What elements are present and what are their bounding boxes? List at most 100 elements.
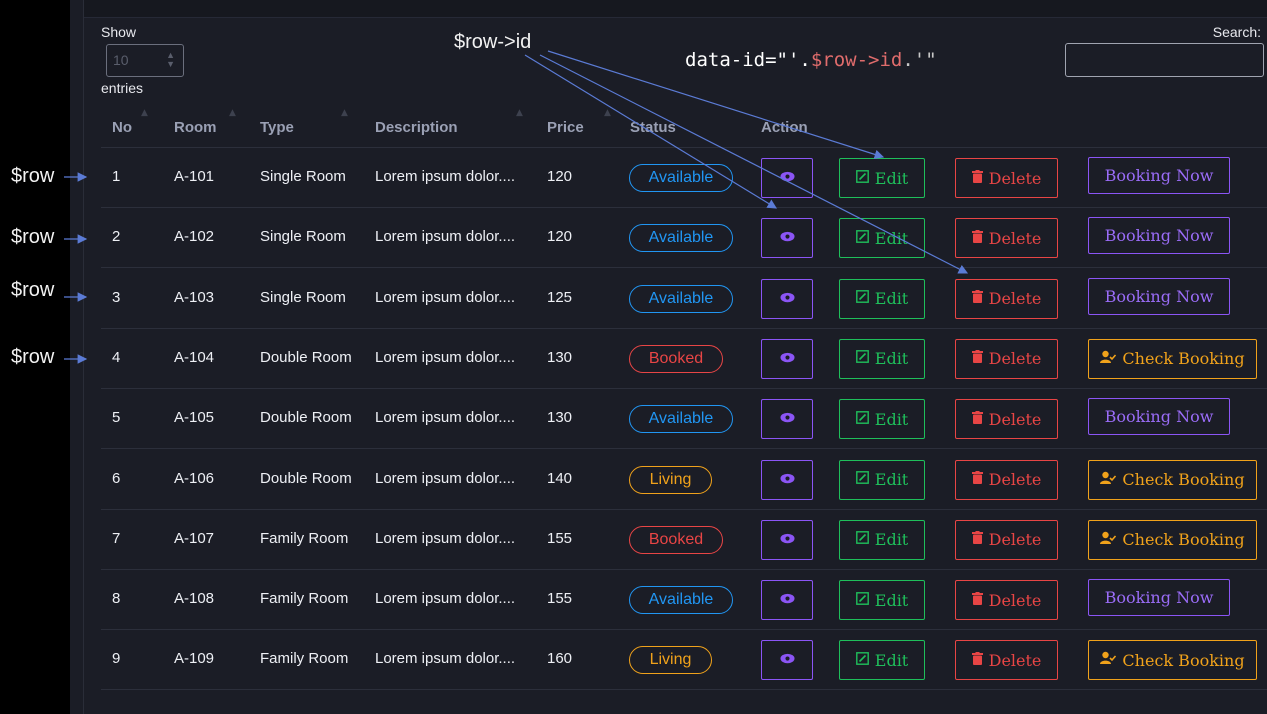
cell-room: A-102: [174, 228, 215, 246]
edit-button[interactable]: Edit: [839, 399, 925, 440]
status-badge: Living: [629, 465, 712, 494]
edit-button[interactable]: Edit: [839, 459, 925, 500]
code-prefix: data-id="'.: [685, 49, 811, 71]
sidebar-strip: [70, 0, 84, 714]
column-header-no[interactable]: No: [112, 119, 132, 136]
column-header-room[interactable]: Room: [174, 119, 217, 136]
view-button[interactable]: [761, 218, 813, 259]
page-length-select[interactable]: 10 ▲ ▼: [106, 44, 184, 77]
delete-button[interactable]: Delete: [955, 580, 1058, 621]
check-booking-button[interactable]: Check Booking: [1088, 519, 1257, 560]
cell-room: A-101: [174, 168, 215, 185]
panel-top-bar: [84, 0, 1267, 18]
table-row: 5 A-105 Double Room Lorem ipsum dolor.... 13…: [101, 389, 1267, 450]
edit-button[interactable]: Edit: [839, 580, 925, 621]
delete-label: Delete: [988, 409, 1042, 429]
delete-button[interactable]: Delete: [955, 278, 1058, 319]
code-variable: $row->id: [810, 49, 903, 71]
eye-icon: [779, 472, 795, 488]
cell-description: Lorem ipsum dolor....: [375, 288, 516, 306]
check-booking-button[interactable]: Check Booking: [1088, 640, 1257, 681]
sort-icon: ▲: [229, 108, 236, 118]
booking-now-button[interactable]: Booking Now: [1088, 277, 1230, 315]
page-length-value: 10: [113, 52, 129, 68]
eye-icon: [779, 532, 795, 548]
cell-type: Double Room: [260, 348, 352, 366]
table-row: 9 A-109 Family Room Lorem ipsum dolor.... 16…: [101, 630, 1267, 691]
search-input[interactable]: [1065, 43, 1264, 77]
cell-type: Family Room: [260, 529, 349, 547]
edit-label: Edit: [874, 289, 909, 309]
view-button[interactable]: [761, 519, 813, 560]
eye-icon: [779, 592, 795, 608]
delete-button[interactable]: Delete: [955, 640, 1058, 681]
table-row: 4 A-104 Double Room Lorem ipsum dolor.... 13…: [101, 329, 1267, 389]
trash-icon: [971, 169, 983, 187]
edit-button[interactable]: Edit: [839, 278, 925, 319]
cell-description: Lorem ipsum dolor....: [375, 529, 516, 547]
sort-icon: ▲: [341, 108, 348, 118]
booking-now-label: Booking Now: [1104, 286, 1214, 306]
trash-icon: [971, 350, 983, 367]
delete-label: Delete: [988, 650, 1042, 670]
edit-label: Edit: [874, 168, 909, 188]
table-row: 6 A-106 Double Room Lorem ipsum dolor.... 14…: [101, 450, 1267, 510]
cell-description: Lorem ipsum dolor....: [375, 168, 516, 185]
cell-description: Lorem ipsum dolor....: [375, 348, 516, 366]
delete-button[interactable]: Delete: [955, 338, 1058, 379]
view-button[interactable]: [761, 158, 813, 198]
edit-button[interactable]: Edit: [839, 158, 925, 198]
column-header-status[interactable]: Status: [630, 119, 676, 136]
cell-type: Family Room: [260, 650, 349, 668]
edit-square-icon: [855, 290, 869, 307]
edit-button[interactable]: Edit: [839, 218, 925, 259]
status-badge: Available: [629, 405, 733, 434]
cell-description: Lorem ipsum dolor....: [375, 409, 516, 427]
view-button[interactable]: [761, 278, 813, 319]
delete-label: Delete: [988, 530, 1042, 550]
delete-button[interactable]: Delete: [955, 519, 1058, 560]
booking-now-button[interactable]: Booking Now: [1088, 579, 1230, 617]
row-id-annotation: $row->id: [454, 31, 532, 53]
status-badge: Available: [629, 586, 733, 615]
cell-price: 120: [547, 228, 573, 246]
edit-label: Edit: [874, 590, 909, 610]
data-id-code-annotation: data-id="'.$row->id.'": [685, 49, 937, 71]
column-header-type[interactable]: Type: [260, 119, 294, 136]
check-booking-button[interactable]: Check Booking: [1088, 338, 1257, 379]
booking-now-button[interactable]: Booking Now: [1088, 217, 1230, 255]
booking-now-label: Booking Now: [1104, 588, 1214, 608]
delete-button[interactable]: Delete: [955, 158, 1058, 198]
cell-type: Double Room: [260, 409, 352, 427]
status-badge: Available: [629, 164, 733, 192]
delete-button[interactable]: Delete: [955, 459, 1058, 500]
cell-room: A-103: [174, 288, 215, 306]
view-button[interactable]: [761, 338, 813, 379]
booking-now-button[interactable]: Booking Now: [1088, 157, 1230, 194]
edit-button[interactable]: Edit: [839, 338, 925, 379]
check-booking-button[interactable]: Check Booking: [1088, 459, 1257, 500]
trash-icon: [971, 651, 983, 669]
booking-now-label: Booking Now: [1104, 226, 1214, 246]
view-button[interactable]: [761, 640, 813, 681]
eye-icon: [779, 291, 795, 307]
view-button[interactable]: [761, 459, 813, 500]
column-header-price[interactable]: Price: [547, 119, 584, 136]
column-header-description[interactable]: Description: [375, 119, 458, 136]
check-booking-label: Check Booking: [1122, 650, 1245, 670]
row-annotation: $row: [11, 279, 55, 301]
cell-price: 125: [547, 288, 573, 306]
trash-icon: [971, 471, 983, 488]
eye-icon: [779, 351, 795, 367]
cell-no: 1: [112, 168, 121, 185]
delete-button[interactable]: Delete: [955, 218, 1058, 259]
booking-now-button[interactable]: Booking Now: [1088, 398, 1230, 436]
view-button[interactable]: [761, 580, 813, 621]
edit-button[interactable]: Edit: [839, 640, 925, 681]
edit-square-icon: [855, 350, 869, 367]
cell-price: 130: [547, 348, 573, 366]
edit-button[interactable]: Edit: [839, 519, 925, 560]
edit-square-icon: [855, 471, 869, 488]
view-button[interactable]: [761, 399, 813, 440]
delete-button[interactable]: Delete: [955, 399, 1058, 440]
